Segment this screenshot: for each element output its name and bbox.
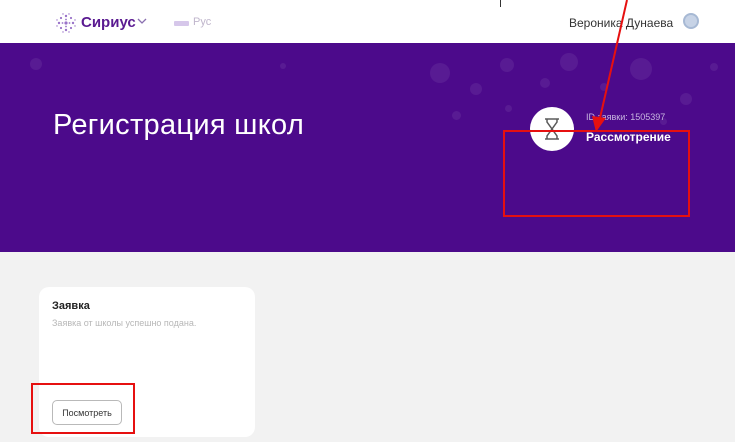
white-strip (490, 0, 735, 8)
decorative-dot (500, 58, 514, 72)
card-description: Заявка от школы успешно подана. (52, 318, 197, 328)
decorative-dot (30, 58, 42, 70)
decorative-dot (560, 53, 578, 71)
decorative-dot (540, 78, 550, 88)
language-selector[interactable]: Рус (193, 16, 211, 28)
annotation-box-status (503, 130, 690, 217)
divider-line (500, 0, 501, 7)
decorative-dot (452, 111, 461, 120)
user-avatar-icon[interactable] (683, 13, 699, 29)
decorative-dot (505, 105, 512, 112)
decorative-dot (280, 63, 286, 69)
chevron-down-icon[interactable] (136, 16, 148, 26)
decorative-dot (710, 63, 718, 71)
annotation-box-button (31, 383, 135, 434)
decorative-dot (680, 93, 692, 105)
application-id: ID заявки: 1505397 (586, 112, 666, 122)
language-flag-icon[interactable] (174, 21, 189, 26)
decorative-dot (630, 58, 652, 80)
user-name[interactable]: Вероника Дунаева (569, 16, 673, 30)
card-title: Заявка (52, 300, 90, 312)
decorative-dot (430, 63, 450, 83)
page-title: Регистрация школ (53, 109, 305, 141)
sirius-logo-icon[interactable] (55, 12, 77, 34)
brand-name[interactable]: Сириус (81, 14, 136, 31)
decorative-dot (600, 83, 608, 91)
decorative-dot (470, 83, 482, 95)
